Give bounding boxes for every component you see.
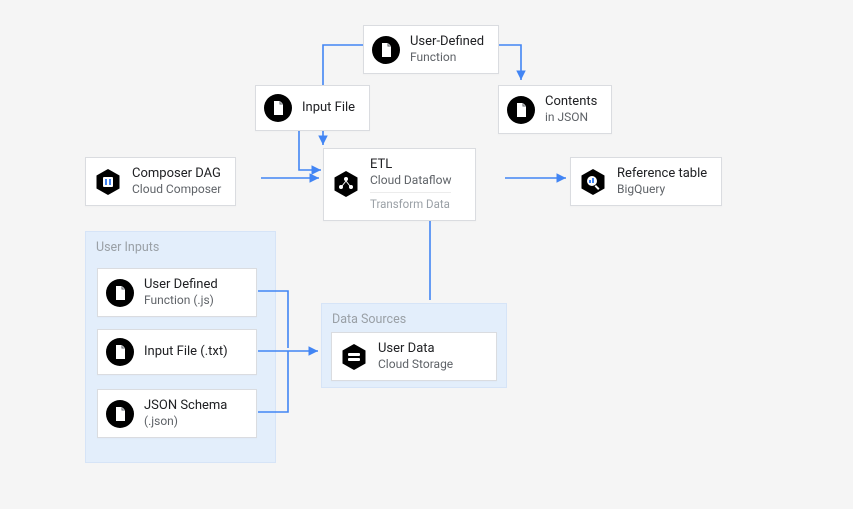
node-userdata-subtitle: Cloud Storage — [378, 357, 453, 372]
node-udf-top: User-Defined Function — [363, 25, 499, 74]
node-userdata-title: User Data — [378, 341, 453, 357]
dataflow-icon — [332, 170, 360, 198]
node-ui-json-title: JSON Schema — [144, 398, 227, 414]
node-input-file-top-title: Input File — [302, 100, 355, 116]
node-ui-txt: Input File (.txt) — [97, 329, 257, 375]
node-ui-udf-subtitle: Function (.js) — [144, 293, 218, 308]
group-data-sources-title: Data Sources — [322, 304, 506, 327]
node-etl-subtitle2: Transform Data — [370, 192, 451, 211]
node-bigquery-title: Reference table — [617, 166, 707, 182]
node-composer: Composer DAG Cloud Composer — [85, 157, 236, 206]
document-icon — [106, 400, 134, 428]
document-icon — [264, 94, 292, 122]
node-bigquery-subtitle: BigQuery — [617, 182, 707, 197]
node-contents-json-subtitle: in JSON — [545, 110, 597, 125]
document-icon — [372, 36, 400, 64]
node-userdata: User Data Cloud Storage — [331, 332, 497, 381]
node-etl-title: ETL — [370, 157, 451, 173]
group-user-inputs-title: User Inputs — [86, 232, 275, 255]
document-icon — [106, 338, 134, 366]
node-composer-title: Composer DAG — [132, 166, 221, 182]
composer-icon — [94, 168, 122, 196]
node-etl-subtitle: Cloud Dataflow — [370, 173, 451, 188]
node-ui-txt-title: Input File (.txt) — [144, 344, 228, 360]
node-ui-udf-title: User Defined — [144, 277, 218, 293]
node-ui-json-subtitle: (.json) — [144, 414, 227, 429]
node-bigquery: Reference table BigQuery — [570, 157, 722, 206]
storage-icon — [340, 343, 368, 371]
bigquery-icon — [579, 168, 607, 196]
node-composer-subtitle: Cloud Composer — [132, 182, 221, 197]
document-icon — [507, 96, 535, 124]
node-input-file-top: Input File — [255, 85, 370, 131]
node-udf-top-title: User-Defined — [410, 34, 484, 50]
node-ui-json: JSON Schema (.json) — [97, 389, 257, 438]
node-ui-udf: User Defined Function (.js) — [97, 268, 257, 317]
node-etl: ETL Cloud Dataflow Transform Data — [323, 148, 476, 221]
node-udf-top-subtitle: Function — [410, 50, 484, 65]
node-contents-json-title: Contents — [545, 94, 597, 110]
node-contents-json: Contents in JSON — [498, 85, 612, 134]
document-icon — [106, 279, 134, 307]
